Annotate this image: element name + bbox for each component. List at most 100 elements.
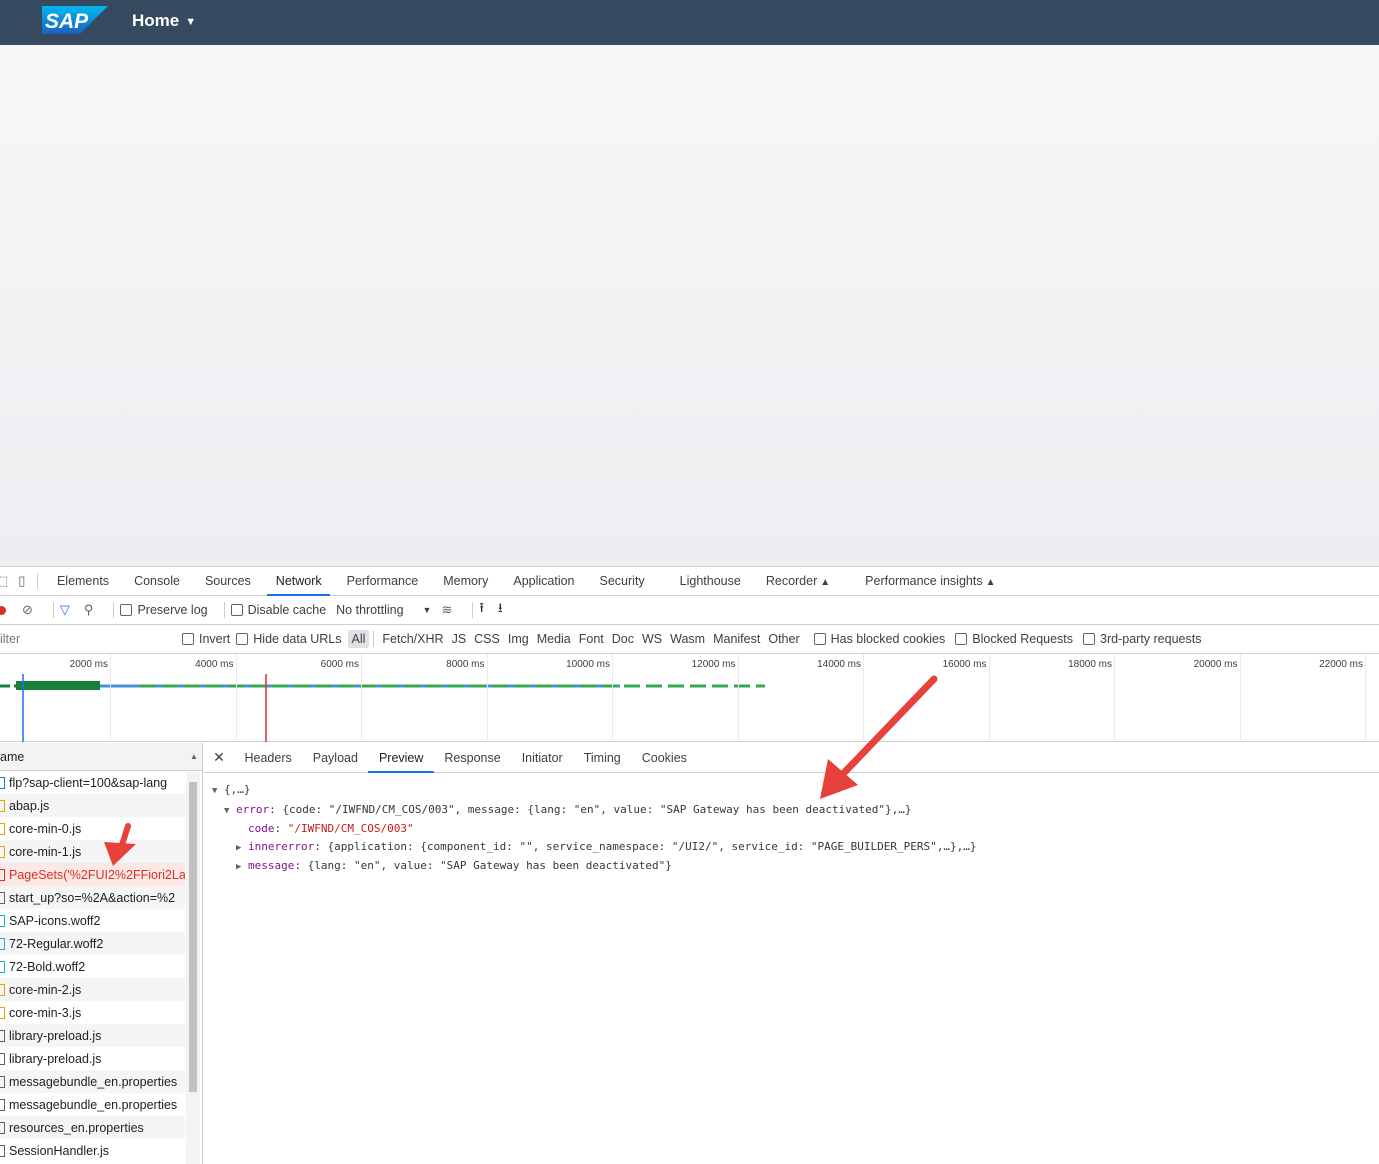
close-icon[interactable]: ✕ (204, 749, 234, 766)
filter-type-all[interactable]: All (347, 630, 370, 648)
home-menu-button[interactable]: Home ▼ (132, 11, 196, 31)
request-row[interactable]: resources_en.properties (0, 1116, 185, 1139)
blocked-requests-checkbox[interactable]: Blocked Requests (955, 632, 1073, 646)
detail-tab-response[interactable]: Response (434, 743, 511, 773)
checkbox-box[interactable] (230, 604, 243, 616)
request-row[interactable]: messagebundle_en.properties (0, 1093, 185, 1116)
request-row[interactable]: library-preload.js (0, 1047, 185, 1070)
collapsed-triangle-icon[interactable]: ▶ (236, 840, 248, 858)
upload-har-icon[interactable]: ⭱ (479, 599, 484, 621)
clear-icon[interactable]: ⊘ (22, 602, 33, 618)
tab-recorder[interactable]: Recorder ▲ (753, 567, 842, 596)
checkbox-box[interactable] (120, 604, 133, 616)
hide-data-urls-checkbox[interactable]: Hide data URLs (236, 632, 342, 646)
json-message-row[interactable]: ▶ message: {lang: "en", value: "SAP Gatew… (212, 857, 977, 877)
invert-checkbox[interactable]: Invert (182, 632, 230, 646)
checkbox-box[interactable] (813, 633, 826, 645)
disable-cache-checkbox[interactable]: Disable cache (230, 603, 326, 617)
filter-type-fetch-xhr[interactable]: Fetch/XHR (378, 630, 447, 648)
scrollbar-thumb[interactable] (189, 782, 197, 1092)
request-row[interactable]: SessionHandler.js (0, 1139, 185, 1162)
network-conditions-icon[interactable]: ≋ (441, 602, 452, 618)
caret-down-icon: ▼ (185, 16, 197, 28)
json-root-row[interactable]: ▼ {,…} (212, 781, 977, 801)
tab-elements[interactable]: Elements (44, 567, 121, 596)
tab-console[interactable]: Console (122, 567, 193, 596)
tab-sources[interactable]: Sources (192, 567, 263, 596)
tab-security[interactable]: Security (587, 567, 657, 596)
tab-network[interactable]: Network (263, 567, 334, 596)
request-row[interactable]: abap.js (0, 794, 185, 817)
download-har-icon[interactable]: ⭳ (498, 599, 503, 621)
detail-tab-payload[interactable]: Payload (302, 743, 368, 773)
detail-tab-cookies[interactable]: Cookies (631, 743, 697, 773)
filter-type-doc[interactable]: Doc (608, 630, 638, 648)
filter-type-js[interactable]: JS (448, 630, 471, 648)
request-rows: flp?sap-client=100&sap-lang abap.js core-m… (0, 771, 202, 1162)
filter-type-img[interactable]: Img (504, 630, 533, 648)
json-error-row[interactable]: ▼ error: {code: "/IWFND/CM_COS/003", mess… (212, 801, 977, 821)
request-name: abap.js (9, 798, 50, 813)
record-icon[interactable] (0, 605, 6, 615)
sap-logo[interactable]: SAP (42, 6, 108, 34)
request-row[interactable]: core-min-0.js (0, 817, 185, 840)
name-column-header[interactable]: ame ▲ (0, 743, 202, 771)
checkbox-box[interactable] (1083, 633, 1096, 645)
name-column-label: ame (0, 750, 25, 764)
divider (52, 602, 54, 618)
request-row[interactable]: start_up?so=%2A&action=%2 (0, 886, 185, 909)
detail-tab-preview[interactable]: Preview (368, 743, 435, 773)
network-filter-bar: Invert Hide data URLs All Fetch/XHRJSCSSI… (0, 625, 1379, 654)
request-row[interactable]: library-preload.js (0, 1024, 185, 1047)
collapsed-triangle-icon[interactable]: ▶ (236, 859, 248, 877)
detail-tab-initiator[interactable]: Initiator (511, 743, 573, 773)
third-party-checkbox[interactable]: 3rd-party requests (1083, 632, 1201, 646)
throttling-select[interactable]: No throttling ▼ (336, 603, 431, 617)
request-row[interactable]: core-min-3.js (0, 1001, 185, 1024)
filter-type-font[interactable]: Font (575, 630, 608, 648)
filter-type-media[interactable]: Media (533, 630, 575, 648)
request-list-scrollbar[interactable] (186, 772, 200, 1164)
throttling-label: No throttling (336, 603, 404, 617)
filter-input[interactable] (0, 629, 168, 649)
request-row[interactable]: core-min-1.js (0, 840, 185, 863)
checkbox-box[interactable] (955, 633, 968, 645)
tab-performance-insights[interactable]: Performance insights ▲ (853, 567, 1008, 596)
tab-performance[interactable]: Performance (334, 567, 431, 596)
request-row[interactable]: core-min-2.js (0, 978, 185, 1001)
tab-memory[interactable]: Memory (431, 567, 501, 596)
filter-type-manifest[interactable]: Manifest (709, 630, 764, 648)
request-row[interactable]: 72-Regular.woff2 (0, 932, 185, 955)
request-name: SessionHandler.js (9, 1143, 110, 1158)
detail-tab-headers[interactable]: Headers (234, 743, 302, 773)
network-overview-timeline[interactable]: 2000 ms 4000 ms 6000 ms 8000 ms 10000 ms 1200… (0, 654, 1379, 742)
tab-lighthouse[interactable]: Lighthouse (667, 567, 753, 596)
request-row[interactable]: messagebundle_en.properties (0, 1070, 185, 1093)
preserve-log-checkbox[interactable]: Preserve log (120, 603, 208, 617)
sort-up-icon: ▲ (190, 752, 198, 761)
expand-triangle-icon[interactable]: ▼ (224, 803, 236, 821)
tab-application[interactable]: Application (501, 567, 587, 596)
filter-type-ws[interactable]: WS (638, 630, 666, 648)
device-toolbar-icon[interactable]: ▯ (18, 573, 25, 589)
filter-type-css[interactable]: CSS (470, 630, 504, 648)
json-innererror-row[interactable]: ▶ innererror: {application: {component_id… (212, 838, 977, 858)
request-row[interactable]: flp?sap-client=100&sap-lang (0, 771, 185, 794)
json-message-summary: {lang: "en", value: "SAP Gateway has bee… (307, 859, 672, 872)
has-blocked-cookies-checkbox[interactable]: Has blocked cookies (813, 632, 945, 646)
filter-icon[interactable]: ▽ (60, 602, 70, 618)
timeline-grid-line (863, 654, 864, 742)
search-icon[interactable]: ⚲ (84, 602, 94, 618)
js-file-icon (0, 822, 5, 835)
request-row[interactable]: SAP-icons.woff2 (0, 909, 185, 932)
checkbox-box[interactable] (236, 633, 249, 645)
filter-type-wasm[interactable]: Wasm (666, 630, 709, 648)
request-row[interactable]: PageSets('%2FUI2%2FFiori2La (0, 863, 185, 886)
checkbox-box[interactable] (182, 633, 194, 645)
detail-tab-timing[interactable]: Timing (573, 743, 631, 773)
timeline-tick-label: 22000 ms (1319, 659, 1363, 670)
filter-type-other[interactable]: Other (764, 630, 803, 648)
request-row[interactable]: 72-Bold.woff2 (0, 955, 185, 978)
expand-triangle-icon[interactable]: ▼ (212, 783, 224, 801)
inspect-element-icon[interactable]: ⬚ (0, 573, 8, 589)
